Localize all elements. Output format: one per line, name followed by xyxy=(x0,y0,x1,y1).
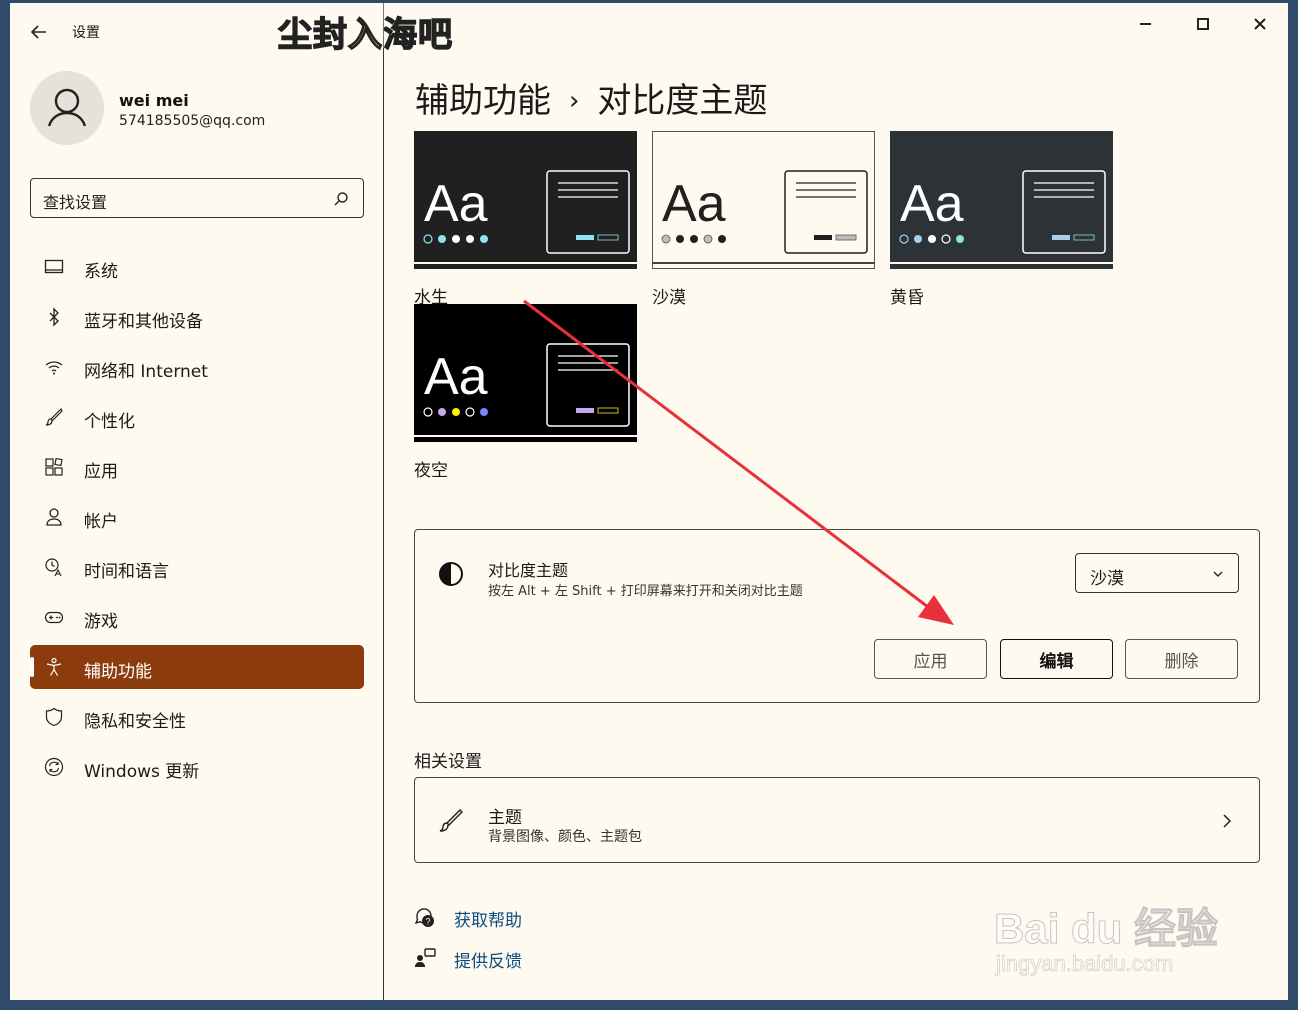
user-name: wei mei xyxy=(119,91,189,110)
brush-icon xyxy=(439,808,463,832)
theme-card-desert[interactable]: Aa xyxy=(652,131,875,269)
sidebar-item-system[interactable]: 系统 xyxy=(30,245,364,289)
sidebar-item-privacy[interactable]: 隐私和安全性 xyxy=(30,695,364,739)
person-icon xyxy=(47,88,87,127)
accessibility-icon xyxy=(46,657,62,676)
sidebar-item-network[interactable]: 网络和 Internet xyxy=(30,345,364,389)
breadcrumb-separator-icon: › xyxy=(569,86,580,116)
apps-icon xyxy=(45,457,63,476)
close-icon[interactable] xyxy=(1240,11,1280,37)
sidebar-item-label: 系统 xyxy=(84,262,118,282)
edit-button[interactable]: 编辑 xyxy=(1000,639,1113,679)
breadcrumb: 辅助功能 › 对比度主题 xyxy=(415,73,767,122)
sidebar-item-label: 帐户 xyxy=(84,512,118,532)
contrast-theme-description: 按左 Alt + 左 Shift + 打印屏幕来打开和关闭对比主题 xyxy=(488,584,803,599)
sidebar-item-windows-update[interactable]: Windows 更新 xyxy=(30,745,364,789)
theme-sample-text: Aa xyxy=(424,175,488,233)
app-title: 设置 xyxy=(72,25,100,41)
sidebar-item-bluetooth[interactable]: 蓝牙和其他设备 xyxy=(30,295,364,339)
sidebar-item-apps[interactable]: 应用 xyxy=(30,445,364,489)
help-chat-icon: ? xyxy=(414,908,434,927)
theme-card-dusk[interactable]: Aa xyxy=(890,131,1113,269)
sidebar-item-label: 时间和语言 xyxy=(84,562,169,582)
sidebar-item-label: 应用 xyxy=(84,462,118,482)
themes-row-description: 背景图像、颜色、主题包 xyxy=(488,829,642,845)
user-email: 574185505@qq.com xyxy=(119,113,266,129)
breadcrumb-parent[interactable]: 辅助功能 xyxy=(415,81,551,121)
svg-text:?: ? xyxy=(426,917,431,927)
overlay-title: 尘封入海吧 xyxy=(277,14,453,56)
contrast-theme-panel: 对比度主题 按左 Alt + 左 Shift + 打印屏幕来打开和关闭对比主题 … xyxy=(414,529,1260,703)
brush-icon xyxy=(45,407,63,426)
sidebar-divider xyxy=(383,48,384,1000)
theme-name: 黄昏 xyxy=(890,288,924,308)
monitor-icon xyxy=(44,259,64,274)
search-icon[interactable] xyxy=(333,191,349,207)
refresh-icon xyxy=(44,757,64,777)
dropdown-selected-value: 沙漠 xyxy=(1090,569,1124,589)
sidebar-item-gaming[interactable]: 游戏 xyxy=(30,595,364,639)
themes-row-title: 主题 xyxy=(488,808,522,828)
feedback-icon xyxy=(415,948,436,967)
theme-sample-text: Aa xyxy=(662,175,726,233)
person-icon xyxy=(46,508,62,526)
theme-sample-text: Aa xyxy=(424,348,488,406)
back-arrow-icon[interactable] xyxy=(26,19,52,45)
sidebar-item-label: 蓝牙和其他设备 xyxy=(84,312,203,332)
maximize-icon[interactable] xyxy=(1183,11,1223,37)
baidu-watermark: Bai du 经验 xyxy=(993,905,1219,953)
sidebar-nav: 系统 蓝牙和其他设备 网络和 Internet 个性化 应用 帐户 时间和语言 … xyxy=(30,245,364,795)
contrast-theme-title: 对比度主题 xyxy=(488,561,569,580)
get-help-label: 获取帮助 xyxy=(454,911,522,931)
sidebar-item-label: 游戏 xyxy=(84,612,118,632)
search-placeholder: 查找设置 xyxy=(43,193,108,212)
clock-language-icon xyxy=(45,558,62,577)
theme-sample-text: Aa xyxy=(900,175,964,233)
theme-card-night-sky[interactable]: Aa xyxy=(414,304,637,442)
theme-name: 沙漠 xyxy=(652,288,686,308)
sidebar-item-label: 网络和 Internet xyxy=(84,362,208,382)
sidebar-item-personalization[interactable]: 个性化 xyxy=(30,395,364,439)
sidebar-item-accounts[interactable]: 帐户 xyxy=(30,495,364,539)
minimize-icon[interactable] xyxy=(1126,11,1166,37)
contrast-icon xyxy=(439,562,463,586)
theme-name: 夜空 xyxy=(414,461,448,481)
search-input[interactable]: 查找设置 xyxy=(30,178,364,218)
gamepad-icon xyxy=(44,611,64,624)
delete-button[interactable]: 删除 xyxy=(1125,639,1238,679)
apply-button[interactable]: 应用 xyxy=(874,639,987,679)
themes-settings-row[interactable]: 主题 背景图像、颜色、主题包 xyxy=(414,777,1260,863)
avatar[interactable] xyxy=(30,71,104,145)
chevron-down-icon xyxy=(1213,571,1223,577)
chevron-right-icon xyxy=(1223,814,1232,828)
theme-card-aquatic[interactable]: Aa xyxy=(414,131,637,269)
settings-window: 设置 尘封入海吧 wei mei 574185505@qq.com 查找设置 系… xyxy=(10,3,1288,1000)
sidebar-item-label: 隐私和安全性 xyxy=(84,712,186,732)
sidebar-item-label: 辅助功能 xyxy=(84,662,152,682)
page-title: 对比度主题 xyxy=(597,81,768,121)
bluetooth-icon xyxy=(49,307,59,327)
sidebar-item-label: 个性化 xyxy=(84,412,135,432)
give-feedback-label: 提供反馈 xyxy=(454,952,522,972)
sidebar-item-accessibility[interactable]: 辅助功能 xyxy=(30,645,364,689)
sidebar-item-time-language[interactable]: 时间和语言 xyxy=(30,545,364,589)
shield-icon xyxy=(45,707,63,727)
baidu-watermark-url: jingyan.baidu.com xyxy=(996,951,1174,977)
related-settings-heading: 相关设置 xyxy=(414,752,482,772)
wifi-icon xyxy=(45,361,63,375)
sidebar-item-label: Windows 更新 xyxy=(84,762,200,782)
contrast-theme-dropdown[interactable]: 沙漠 xyxy=(1075,553,1239,593)
